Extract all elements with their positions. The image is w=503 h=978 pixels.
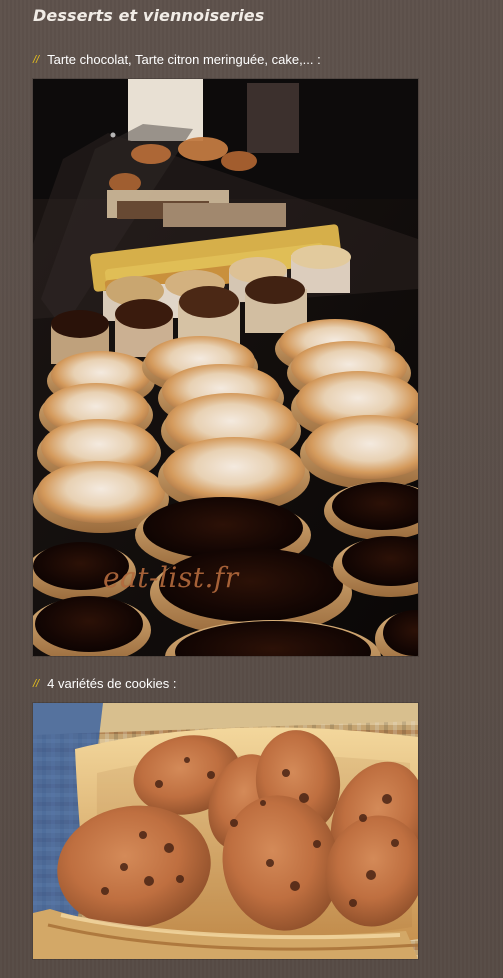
caption-marker: // xyxy=(33,54,40,66)
cookies-photo xyxy=(33,703,418,959)
cookies-image xyxy=(33,703,418,959)
pastry-caption: // Tarte chocolat, Tarte citron meringuée… xyxy=(33,52,321,69)
pastry-photo: eat-list.fr xyxy=(33,79,418,656)
caption-marker: // xyxy=(33,678,40,690)
cookies-caption-text: 4 variétés de cookies : xyxy=(47,676,177,691)
cookies-caption: // 4 variétés de cookies : xyxy=(33,676,176,693)
pastry-caption-text: Tarte chocolat, Tarte citron meringuée, … xyxy=(47,52,321,67)
section-title: Desserts et viennoiseries xyxy=(33,6,265,25)
watermark-text: eat-list.fr xyxy=(103,561,239,594)
page: Desserts et viennoiseries // Tarte chocol… xyxy=(0,0,503,978)
